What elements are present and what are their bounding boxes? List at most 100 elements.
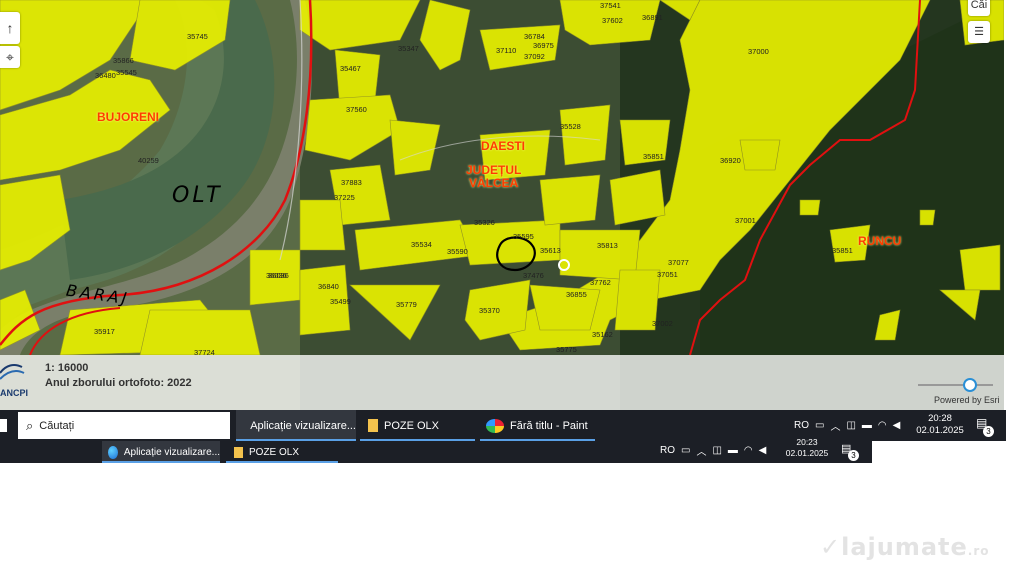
taskbar-app-label: POZE OLX <box>249 446 300 458</box>
parcel-number: 35595 <box>513 232 534 241</box>
search-icon: ⌕ <box>26 417 34 433</box>
active-indicator <box>102 461 220 463</box>
watermark-tld: .ro <box>967 544 990 558</box>
start-button[interactable] <box>0 419 7 432</box>
parcel-number: 36855 <box>566 290 587 299</box>
taskbar-app-label: POZE OLX <box>384 419 440 432</box>
powered-by-esri: Powered by Esri <box>934 395 1000 405</box>
parcel-number: 36036 <box>268 271 289 280</box>
search-placeholder: Căutați <box>39 419 75 432</box>
parcel-number: 35545 <box>116 68 137 77</box>
ancpi-label: ANCPI <box>0 388 29 398</box>
parcel-number: 36891 <box>642 13 663 22</box>
parcel-number: 37541 <box>600 1 621 10</box>
system-tray: RO ▭ ︿ ◫ ▬ ◠ ◀ <box>794 418 900 433</box>
chevron-up-icon[interactable]: ︿ <box>696 443 706 458</box>
taskbar-main: ⌕ Căutați Aplicație vizualizare... POZE … <box>0 410 1006 441</box>
parcel-number: 37476 <box>523 271 544 280</box>
layers-button[interactable]: ☰ <box>968 21 990 43</box>
meet-icon[interactable]: ◫ <box>846 420 855 431</box>
locate-button[interactable]: ⌖ <box>0 46 20 68</box>
battery-icon[interactable]: ▬ <box>728 445 738 456</box>
parcel-number: 36840 <box>318 282 339 291</box>
parcel-number: 35162 <box>592 330 613 339</box>
place-daesti: DAESTI <box>481 139 526 153</box>
folder-icon <box>234 446 243 458</box>
north-button[interactable]: ↑ <box>0 12 20 44</box>
taskbar-app-edge[interactable]: Aplicație vizualizare... <box>236 410 356 441</box>
parcel-number: 37000 <box>748 47 769 56</box>
parcel-number: 35326 <box>474 218 495 227</box>
parcel-number: 35851 <box>643 152 664 161</box>
parcel-number: 35866 <box>113 56 134 65</box>
scale-panel: ANCPI 1: 16000 Anul zborului ortofoto: 2… <box>0 355 1004 410</box>
map-top-button[interactable]: Căi <box>968 0 990 16</box>
parcel-number: 37001 <box>735 216 756 225</box>
handwritten-olt: OLT <box>172 183 223 208</box>
parcel-number: 37051 <box>657 270 678 279</box>
open-indicator <box>226 461 338 463</box>
parcel-number: 35347 <box>398 44 419 53</box>
parcel-number: 36784 <box>524 32 545 41</box>
parcel-number: 35370 <box>479 306 500 315</box>
meet-icon[interactable]: ◫ <box>712 445 721 456</box>
notification-badge: 3 <box>848 450 859 461</box>
wifi-icon[interactable]: ◠ <box>744 445 753 456</box>
map-view[interactable]: 35467 37000 37001 37002 35326 35534 3559… <box>0 0 1004 410</box>
taskbar-app-folder[interactable]: POZE OLX <box>226 441 338 463</box>
parcel-number: 37225 <box>334 193 355 202</box>
parcel-number: 35775 <box>556 345 577 354</box>
checkmark-icon: ✓ <box>820 533 842 561</box>
clock-time: 20:23 <box>796 437 818 447</box>
transparency-slider-handle[interactable] <box>963 378 977 392</box>
parcel-number: 37077 <box>668 258 689 267</box>
ortho-year-text: Anul zborului ortofoto: 2022 <box>45 377 192 389</box>
taskbar-clock[interactable]: 20:23 02.01.2025 <box>784 437 830 459</box>
arrow-up-icon: ↑ <box>6 20 14 36</box>
parcel-number: 37560 <box>346 105 367 114</box>
place-valcea: VÂLCEA <box>469 176 519 190</box>
language-indicator[interactable]: RO <box>660 445 675 456</box>
system-tray: RO ▭ ︿ ◫ ▬ ◠ ◀ <box>660 443 766 458</box>
taskbar-app-label: Fără titlu - Paint <box>510 419 588 432</box>
parcel-number: 37002 <box>652 319 673 328</box>
clock-time: 20:28 <box>928 413 952 424</box>
parcel-number: 35499 <box>330 297 351 306</box>
parcel-number: 35917 <box>94 327 115 336</box>
wifi-icon[interactable]: ◠ <box>878 420 887 431</box>
watermark: ✓lajumate.ro <box>820 533 990 561</box>
parcel-number: 40259 <box>138 156 159 165</box>
parcel-number: 35528 <box>560 122 581 131</box>
edge-icon <box>108 445 118 459</box>
taskbar-app-paint[interactable]: Fără titlu - Paint <box>480 410 595 441</box>
parcel-number: 37762 <box>590 278 611 287</box>
parcel-number: 36920 <box>720 156 741 165</box>
keyboard-icon[interactable]: ▭ <box>681 445 690 456</box>
chevron-up-icon[interactable]: ︿ <box>830 418 840 433</box>
clock-date: 02.01.2025 <box>785 448 829 458</box>
keyboard-icon[interactable]: ▭ <box>815 420 824 431</box>
language-indicator[interactable]: RO <box>794 420 809 431</box>
taskbar-secondary: Aplicație vizualizare... POZE OLX RO ▭ ︿… <box>0 437 872 463</box>
locate-icon: ⌖ <box>6 49 14 65</box>
battery-icon[interactable]: ▬ <box>862 420 872 431</box>
place-bujoreni: BUJORENI <box>97 110 160 124</box>
parcel-number: 35590 <box>447 247 468 256</box>
search-box[interactable]: ⌕ Căutați <box>18 412 230 439</box>
volume-icon[interactable]: ◀ <box>893 420 901 431</box>
watermark-brand: lajumate <box>841 533 968 561</box>
paint-icon <box>486 418 504 433</box>
transparency-slider-track[interactable] <box>918 384 993 386</box>
parcel-number: 35779 <box>396 300 417 309</box>
taskbar-clock[interactable]: 20:28 02.01.2025 <box>915 413 965 437</box>
volume-icon[interactable]: ◀ <box>759 445 767 456</box>
parcel-number: 37883 <box>341 178 362 187</box>
taskbar-app-edge[interactable]: Aplicație vizualizare... <box>102 441 220 463</box>
parcel-number: 35613 <box>540 246 561 255</box>
place-judetul-valcea: JUDEȚUL VÂLCEA <box>466 164 521 190</box>
taskbar-app-folder[interactable]: POZE OLX <box>360 410 475 441</box>
taskbar-app-label: Aplicație vizualizare... <box>123 446 220 458</box>
clock-date: 02.01.2025 <box>916 425 964 436</box>
parcel-number: 37092 <box>524 52 545 61</box>
parcel-number: 35813 <box>597 241 618 250</box>
